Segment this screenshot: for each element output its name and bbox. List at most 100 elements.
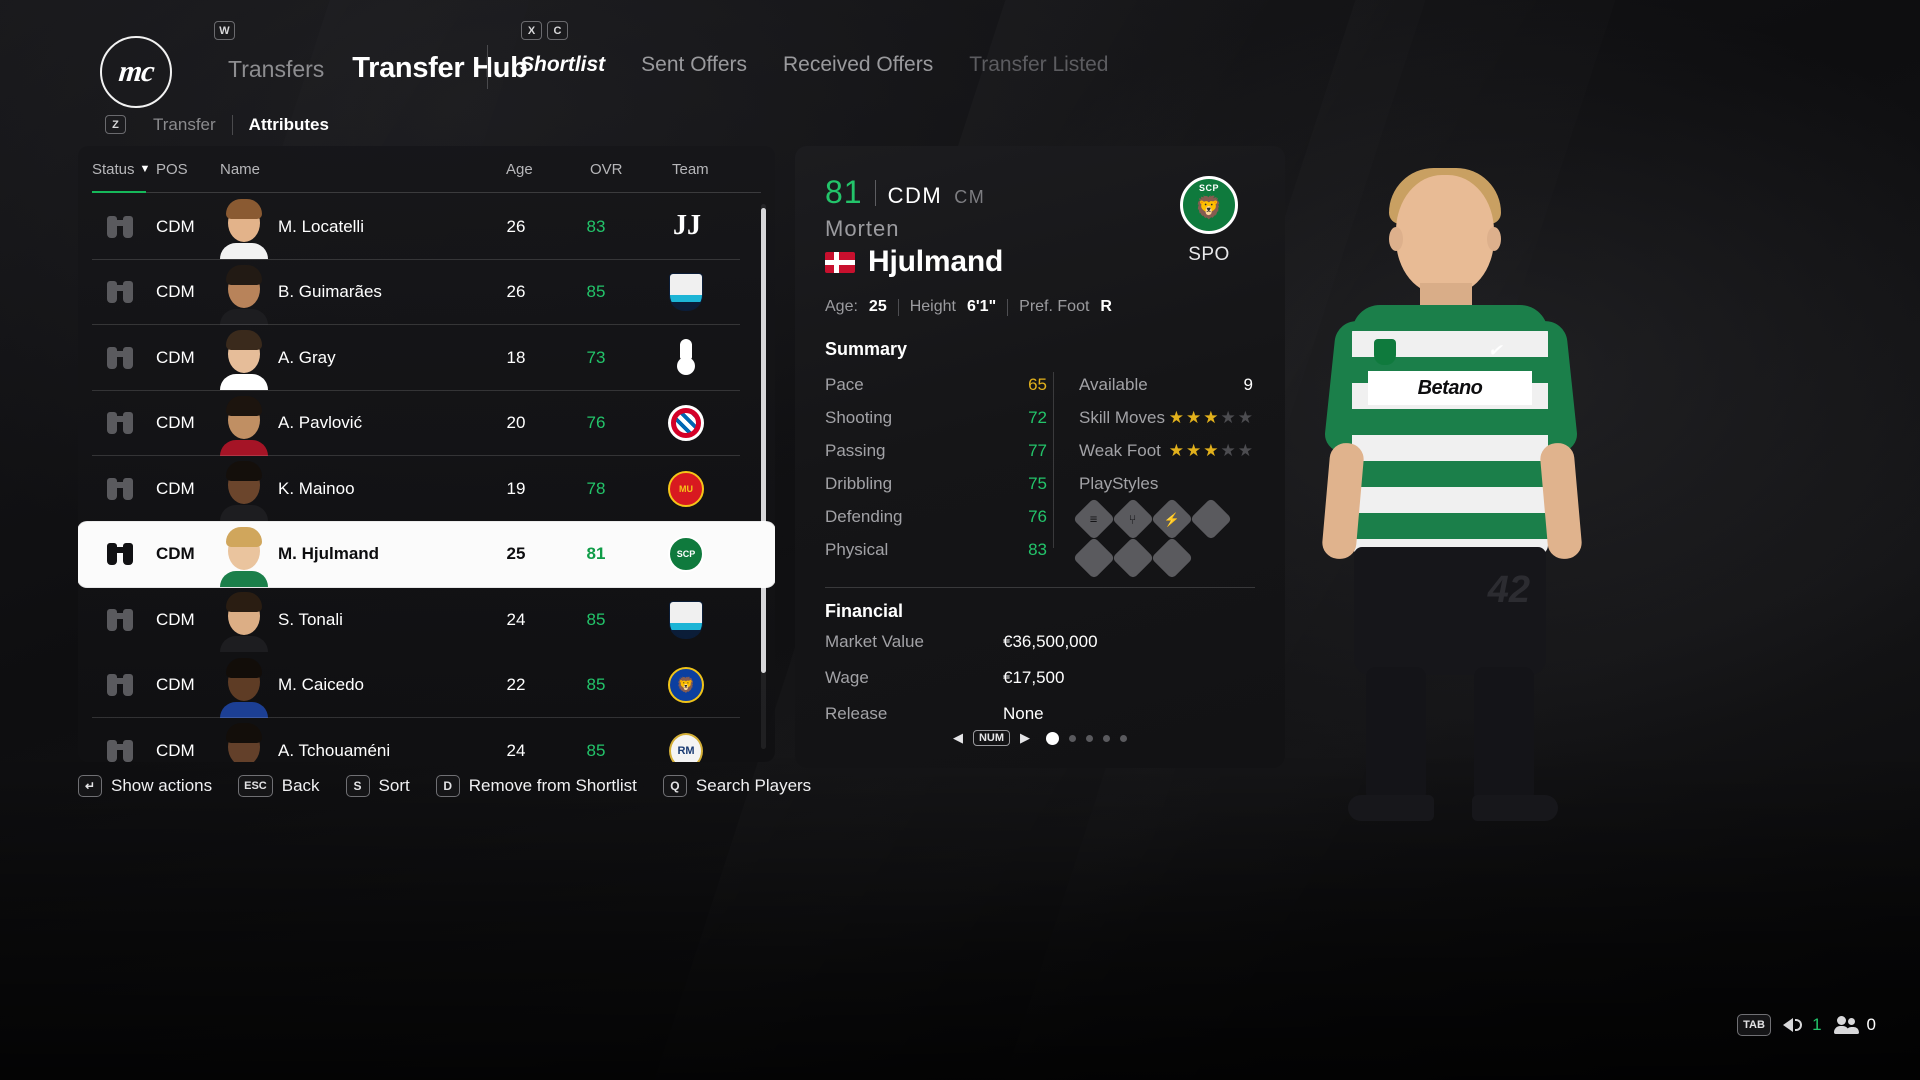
action-show-actions[interactable]: ↵ Show actions xyxy=(78,775,212,797)
empty-playstyle-7 xyxy=(1150,536,1194,580)
binoculars-icon[interactable] xyxy=(98,281,142,304)
table-row[interactable]: CDM M. Hjulmand 25 81 SCP xyxy=(78,521,775,587)
table-row[interactable]: CDM B. Guimarães 26 85 xyxy=(78,260,775,325)
key-hint-w[interactable]: W xyxy=(214,21,235,40)
detail-age-label: Age: xyxy=(825,298,858,315)
pager-next-icon[interactable]: ▶ xyxy=(1020,730,1030,746)
financial-divider xyxy=(825,587,1255,588)
tab-received-offers[interactable]: Received Offers xyxy=(783,53,933,77)
stat-weak-foot: Weak Foot ★ ★ ★ ★ ★ xyxy=(1079,434,1253,467)
tab-shortlist[interactable]: Shortlist xyxy=(520,53,605,77)
column-header-ovr[interactable]: OVR xyxy=(590,161,623,178)
financial-section-title: Financial xyxy=(825,601,904,621)
key-hint[interactable]: ESC xyxy=(238,775,273,797)
breadcrumb-parent[interactable]: Transfers xyxy=(228,56,324,83)
table-row[interactable]: CDM A. Tchouaméni 24 85 RM xyxy=(78,718,775,762)
action-label: Sort xyxy=(378,776,410,795)
binoculars-icon[interactable] xyxy=(98,674,142,697)
table-row[interactable]: CDM M. Locatelli 26 83 JJ xyxy=(78,194,775,260)
action-search-players[interactable]: Q Search Players xyxy=(662,775,811,797)
key-hint[interactable]: ↵ xyxy=(78,775,102,797)
key-hint[interactable]: Q xyxy=(662,775,687,797)
action-sort[interactable]: S Sort xyxy=(345,775,410,797)
financial-list: Market Value €36,500,000 Wage €17,500 Releas… xyxy=(825,625,1255,730)
action-remove-from-shortlist[interactable]: D Remove from Shortlist xyxy=(435,775,637,797)
key-hint-c[interactable]: C xyxy=(547,21,568,40)
binoculars-icon[interactable] xyxy=(98,543,142,566)
binoculars-icon[interactable] xyxy=(98,739,142,762)
key-hint[interactable]: S xyxy=(345,775,370,797)
binoculars-icon[interactable] xyxy=(98,346,142,369)
pager-dot[interactable] xyxy=(1086,734,1094,742)
column-header-team[interactable]: Team xyxy=(672,161,709,178)
team-crest-icon: MU xyxy=(658,467,714,511)
player-boot-right xyxy=(1472,795,1558,821)
meta-divider xyxy=(1007,298,1009,316)
player-leg-right xyxy=(1474,667,1534,803)
key-hint[interactable]: D xyxy=(435,775,460,797)
stat-label: Pace xyxy=(825,374,864,394)
binoculars-icon[interactable] xyxy=(98,412,142,435)
star-icon: ★ xyxy=(1203,407,1219,427)
key-hint-x[interactable]: X xyxy=(521,21,542,40)
active-sort-indicator xyxy=(92,191,146,193)
stat-available: Available 9 xyxy=(1079,368,1253,401)
stat-value: 77 xyxy=(1028,440,1047,460)
meta-divider xyxy=(897,298,899,316)
binoculars-icon[interactable] xyxy=(98,477,142,500)
stat-value: 75 xyxy=(1028,473,1047,493)
player-list: CDM M. Locatelli 26 83 JJ CDM B. Guimarães 26 85… xyxy=(78,194,775,762)
status-audio-count: 1 xyxy=(1812,1015,1822,1034)
list-header-row: Status ▼ POS Name Age OVR Team xyxy=(78,146,775,193)
status-players[interactable]: 0 xyxy=(1833,1015,1876,1035)
shortlist-panel: Status ▼ POS Name Age OVR Team CDM M. Loc… xyxy=(78,146,775,762)
row-player-name: S. Tonali xyxy=(278,609,343,629)
stat-value: 76 xyxy=(1028,506,1047,526)
table-row[interactable]: CDM S. Tonali 24 85 xyxy=(78,587,775,653)
detail-club-name: SPO xyxy=(1188,244,1230,265)
people-icon xyxy=(1833,1016,1860,1034)
column-header-age[interactable]: Age xyxy=(506,161,533,178)
row-player-name: M. Hjulmand xyxy=(278,544,380,564)
status-audio[interactable]: 1 xyxy=(1783,1015,1822,1035)
team-crest-icon: 🦁 xyxy=(658,663,714,707)
sub-tab-attributes[interactable]: Attributes xyxy=(249,115,329,135)
table-row[interactable]: CDM K. Mainoo 19 78 MU xyxy=(78,456,775,522)
table-row[interactable]: CDM M. Caicedo 22 85 🦁 xyxy=(78,653,775,718)
column-header-name[interactable]: Name xyxy=(220,161,260,178)
sub-tab-transfer[interactable]: Transfer xyxy=(153,115,216,135)
action-back[interactable]: ESC Back xyxy=(238,775,320,797)
binoculars-icon[interactable] xyxy=(98,215,142,238)
club-logo: mc xyxy=(100,36,172,108)
player-render: ✔ Betano 42 xyxy=(1290,168,1670,835)
row-age: 25 xyxy=(506,544,526,564)
key-hint-z[interactable]: Z xyxy=(105,115,126,134)
pager-prev-icon[interactable]: ◀ xyxy=(953,730,963,746)
pager-num-key[interactable]: NUM xyxy=(972,730,1011,746)
detail-rating-divider xyxy=(874,179,876,206)
star-icon: ★ xyxy=(1220,440,1236,460)
binoculars-icon[interactable] xyxy=(98,608,142,631)
empty-playstyle-6 xyxy=(1111,536,1155,580)
table-row[interactable]: CDM A. Pavlović 20 76 xyxy=(78,391,775,456)
column-header-pos[interactable]: POS xyxy=(156,161,188,178)
pager-dot[interactable] xyxy=(1120,734,1128,742)
pager-dot[interactable] xyxy=(1046,731,1060,745)
column-header-status[interactable]: Status ▼ xyxy=(92,161,150,178)
pager-dot[interactable] xyxy=(1103,734,1111,742)
star-icon: ★ xyxy=(1186,407,1202,427)
detail-club-badge: SCP 🦁 SPO xyxy=(1163,176,1255,266)
pager-dots xyxy=(1046,731,1128,745)
row-position: CDM xyxy=(156,478,195,498)
stat-label: Dribbling xyxy=(825,473,893,493)
table-row[interactable]: CDM A. Gray 18 73 xyxy=(78,325,775,391)
row-player-name: M. Caicedo xyxy=(278,675,364,695)
tab-transfer-listed[interactable]: Transfer Listed xyxy=(969,53,1108,77)
playstyles-list: ≡ ⑂ ⚡ xyxy=(1072,497,1239,580)
stat-skill-moves: Skill Moves ★ ★ ★ ★ ★ xyxy=(1079,401,1253,434)
playstyle-glyph: ⚡ xyxy=(1163,511,1181,527)
list-scrollbar-thumb[interactable] xyxy=(761,208,766,673)
key-hint-tab[interactable]: TAB xyxy=(1737,1014,1772,1036)
pager-dot[interactable] xyxy=(1069,734,1077,742)
tab-sent-offers[interactable]: Sent Offers xyxy=(641,53,747,77)
